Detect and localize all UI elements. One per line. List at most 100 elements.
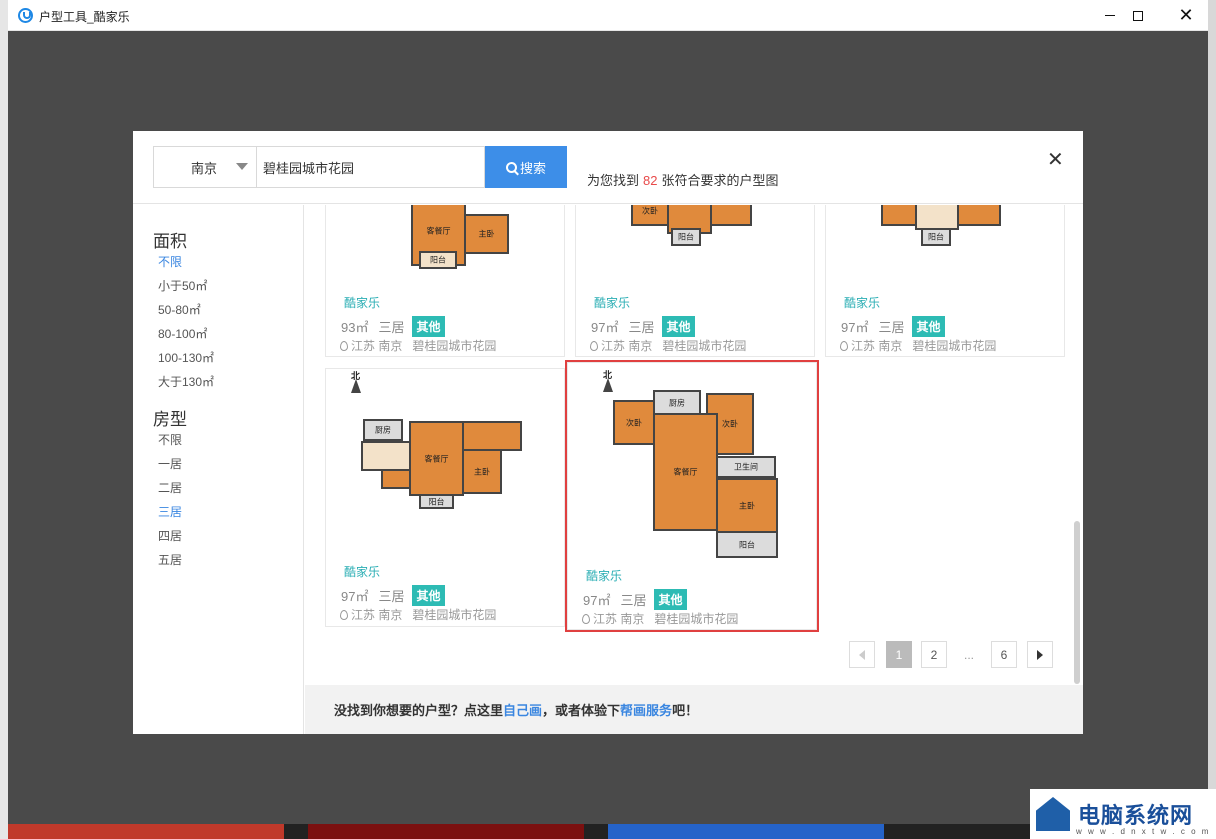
room-type-option[interactable]: 三居 [158,503,182,520]
footer-text: 吧！ [672,703,699,718]
card-meta: 97㎡ 三居 其他 [341,585,445,606]
draw-yourself-link[interactable]: 自己画 [503,700,542,719]
location-pin-icon [840,341,848,351]
prev-page-button[interactable] [849,641,875,668]
floorplan-card[interactable]: 北 厨房 客餐厅 主卧 阳台 酷家乐 97㎡ 三居 其他 江苏 南京 碧桂园城市花… [325,368,565,627]
banner-2 [308,824,584,839]
card-tag: 其他 [912,316,945,337]
location-pin-icon [340,341,348,351]
card-location: 江苏 南京 碧桂园城市花园 [840,337,996,354]
search-button[interactable]: 搜索 [485,146,567,188]
card-meta: 97㎡ 三居 其他 [583,589,687,610]
card-location: 江苏 南京 碧桂园城市花园 [590,337,746,354]
window-frame-right [1208,0,1216,839]
floorplan-image: 客餐厅 主卧 阳台 [411,205,521,271]
card-area: 97㎡ [583,593,611,608]
card-location: 江苏 南京 碧桂园城市花园 [582,610,738,627]
card-brand: 酷家乐 [586,569,623,583]
footer-text: ，或者体验下 [542,703,621,718]
card-rooms: 三居 [878,320,905,335]
chevron-down-icon [236,163,248,170]
city-select[interactable]: 南京 [153,146,256,188]
banner-1 [8,824,284,839]
app-logo-icon [18,8,33,23]
maximize-icon [1133,10,1143,21]
room-type-option[interactable]: 五居 [158,551,182,568]
filter-sidebar: 面积 不限 小于50㎡ 50-80㎡ 80-100㎡ 100-130㎡ 大于13… [133,205,304,734]
card-area: 93㎡ [341,320,369,335]
room-type-option[interactable]: 二居 [158,479,182,496]
room-type-option[interactable]: 一居 [158,455,182,472]
floorplan-card[interactable]: 客餐厅 主卧 阳台 酷家乐 93㎡ 三居 其他 江苏 南京 碧桂园城市花园 [325,205,565,357]
card-tag: 其他 [412,316,445,337]
page-button[interactable]: 6 [991,641,1017,668]
area-option[interactable]: 大于130㎡ [158,373,214,390]
card-brand: 酷家乐 [344,296,381,310]
location-pin-icon [582,614,590,624]
floorplan-search-dialog: 南京 搜索 为您找到82张符合要求的户型图 ✕ 面积 不限 小于50㎡ 50-8… [133,131,1083,734]
card-tag: 其他 [412,585,445,606]
card-brand: 酷家乐 [594,296,631,310]
card-tag: 其他 [662,316,695,337]
card-location: 江苏 南京 碧桂园城市花园 [340,606,496,623]
card-meta: 97㎡ 三居 其他 [591,316,695,337]
area-option[interactable]: 80-100㎡ [158,325,207,342]
card-area: 97㎡ [841,320,869,335]
card-area: 97㎡ [591,320,619,335]
card-rooms: 三居 [378,589,405,604]
close-dialog-button[interactable]: ✕ [1047,147,1064,172]
area-option[interactable]: 小于50㎡ [158,277,207,294]
house-logo-icon [1036,797,1070,831]
floorplan-image: 厨房 客餐厅 主卧 阳台 [361,409,531,509]
card-tag: 其他 [654,589,687,610]
area-option[interactable]: 不限 [158,253,182,270]
floorplan-card[interactable]: 阳台 酷家乐 97㎡ 三居 其他 江苏 南京 碧桂园城市花园 [825,205,1065,357]
card-meta: 97㎡ 三居 其他 [841,316,945,337]
room-type-option[interactable]: 四居 [158,527,182,544]
background-banners [8,824,1208,839]
card-area: 97㎡ [341,589,369,604]
window-title: 户型工具_酷家乐 [39,10,130,24]
maximize-button[interactable] [1115,0,1161,31]
result-count: 82 [643,173,658,188]
card-brand: 酷家乐 [844,296,881,310]
card-rooms: 三居 [378,320,405,335]
minimize-icon [1105,15,1115,16]
room-type-option[interactable]: 不限 [158,431,182,448]
result-summary: 为您找到 82 张符合要求的户型图 [587,170,779,189]
watermark-text: 电脑系统网 [1078,803,1194,828]
title-bar: 户型工具_酷家乐 ✕ [8,0,1208,31]
floorplan-image: 厨房 次卧 次卧 客餐厅 卫生间 主卧 阳台 [613,388,783,558]
close-window-button[interactable]: ✕ [1163,0,1209,31]
banner-3 [608,824,884,839]
card-rooms: 三居 [620,593,647,608]
floorplan-card[interactable]: 次卧 阳台 酷家乐 97㎡ 三居 其他 江苏 南京 碧桂园城市花园 [575,205,815,357]
area-option[interactable]: 50-80㎡ [158,301,201,318]
card-location: 江苏 南京 碧桂园城市花园 [340,337,496,354]
floorplan-card-selected[interactable]: 北 厨房 次卧 次卧 客餐厅 卫生间 主卧 阳台 酷家乐 97㎡ 三居 其他 江… [565,360,819,632]
search-button-label: 搜索 [519,160,546,176]
close-icon: ✕ [1178,5,1194,25]
search-input[interactable] [256,146,485,188]
next-page-button[interactable] [1027,641,1053,668]
floorplan-image: 阳台 [881,205,1006,251]
result-prefix: 为您找到 [587,173,640,188]
page-button[interactable]: 1 [886,641,912,668]
city-value: 南京 [191,160,218,176]
dialog-footer: 没找到你想要的户型？点这里 自己画 ，或者体验下 帮画服务 吧！ [305,685,1083,734]
north-compass-icon: 北 [603,370,614,392]
results-grid: 客餐厅 主卧 阳台 酷家乐 93㎡ 三居 其他 江苏 南京 碧桂园城市花园 次卧 … [305,205,1083,685]
close-icon: ✕ [1047,149,1064,171]
floorplan-image: 次卧 阳台 [631,205,756,251]
room-type-filter-title: 房型 [153,410,187,429]
search-icon [505,161,517,173]
watermark-url: w w w . d n x t w . c o m [1076,827,1211,836]
chevron-left-icon [859,649,865,660]
page-button[interactable]: 2 [921,641,947,668]
drawing-service-link[interactable]: 帮画服务 [620,700,672,719]
area-filter-title: 面积 [153,232,187,251]
card-rooms: 三居 [628,320,655,335]
footer-text: 没找到你想要的户型？点这里 [334,703,504,718]
area-option[interactable]: 100-130㎡ [158,349,214,366]
scrollbar-thumb[interactable] [1074,521,1080,684]
